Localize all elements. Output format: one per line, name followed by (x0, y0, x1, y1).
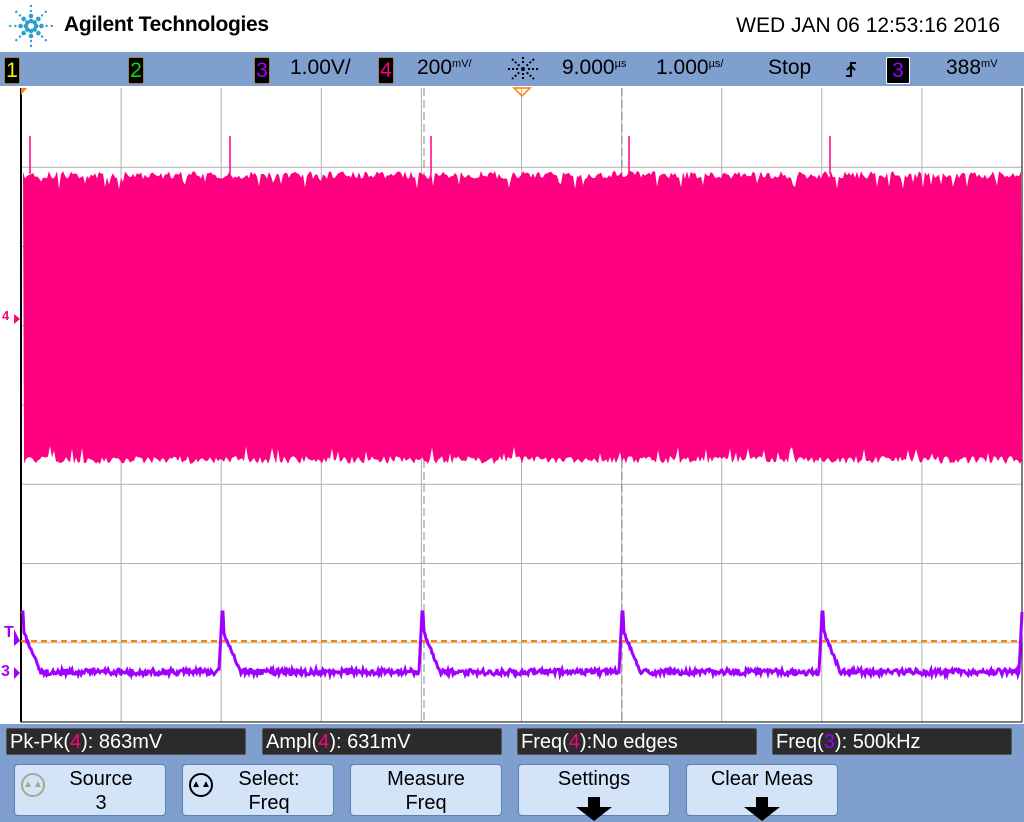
measure-softkey[interactable]: Measure Freq (350, 764, 502, 816)
measurement-channel: 4 (569, 731, 580, 753)
time-delay-value: 9.000 (562, 56, 615, 79)
measurement-label: Ampl( (266, 731, 318, 753)
trigger-level-unit: mV (981, 59, 998, 70)
logo-dot (41, 35, 43, 37)
measurement-value: ): 500kHz (835, 731, 921, 753)
logo-dot (18, 24, 23, 29)
measurement-value: ): 631mV (329, 731, 410, 753)
run-state[interactable]: Stop (768, 56, 811, 80)
softkey-line1: Select: (205, 767, 333, 791)
ch3-ground-arrow (14, 667, 20, 679)
measurement-ampl: Ampl(4): 631mV (262, 728, 502, 755)
brand: Agilent Technologies (64, 13, 269, 37)
measurement-label: Freq( (776, 731, 824, 753)
logo-dot (19, 35, 21, 37)
ch4-ground-marker: 4 (2, 308, 9, 323)
logo-dot (14, 25, 16, 27)
channel-3-button[interactable]: 3 (254, 57, 270, 84)
softkey-line2: 3 (37, 791, 165, 815)
measurement-value: ): 863mV (81, 731, 162, 753)
agilent-logo-icon (6, 4, 56, 48)
logo-dot (51, 25, 53, 27)
logo-dot (36, 31, 41, 36)
source-softkey[interactable]: ▲▲ Source 3 (14, 764, 166, 816)
rotary-knob-icon: ▲▲ (189, 773, 213, 797)
logo-dot (29, 34, 34, 39)
time-scale-unit: µs/ (709, 59, 724, 70)
rising-edge-icon (844, 60, 858, 80)
status-bar: 1 2 3 1.00V/ 4 200mV/ 9.000µs 1.000µs/ S… (0, 52, 1024, 86)
softkey-line1: Clear Meas (687, 767, 837, 791)
measurement-panel: Pk-Pk(4): 863mV Ampl(4): 631mV Freq(4):N… (0, 724, 1024, 822)
time-scale: 1.000µs/ (656, 56, 723, 80)
trigger-source[interactable]: 3 (886, 57, 910, 84)
logo-dot (36, 17, 41, 22)
softkey-line2: Freq (205, 791, 333, 815)
logo-dot (30, 40, 32, 42)
measurement-label: Pk-Pk( (10, 731, 70, 753)
ch3-ground-marker: 3 (1, 663, 10, 681)
time-scale-value: 1.000 (656, 56, 709, 79)
measurement-pk-pk: Pk-Pk(4): 863mV (6, 728, 246, 755)
measurement-channel: 4 (70, 731, 81, 753)
logo-dot (39, 24, 44, 29)
logo-dot (30, 5, 32, 7)
logo-dot (32, 20, 37, 25)
ch4-scale-value: 200 (417, 56, 452, 79)
measurement-channel: 3 (824, 731, 835, 753)
trigger-level: 388mV (946, 56, 998, 80)
channel-1-button[interactable]: 1 (4, 57, 20, 84)
select-softkey[interactable]: ▲▲ Select: Freq (182, 764, 334, 816)
measurement-value: ):No edges (580, 731, 678, 753)
measurement-freq-ch4: Freq(4):No edges (517, 728, 757, 755)
measurement-label: Freq( (521, 731, 569, 753)
down-arrow-icon (576, 807, 612, 821)
logo-dot (30, 45, 32, 47)
rotary-knob-icon: ▲▲ (21, 773, 45, 797)
trigger-position-icon (506, 56, 540, 82)
trigger-level-marker: T (4, 624, 14, 642)
logo-dot (9, 25, 11, 27)
softkey-line1: Measure (351, 767, 501, 791)
header: Agilent Technologies WED JAN 06 12:53:16… (0, 0, 1024, 52)
logo-dot (21, 17, 26, 22)
logo-dot (45, 39, 47, 41)
ch4-waveform (23, 171, 1022, 464)
softkey-line2: Freq (351, 791, 501, 815)
trigger-level-value: 388 (946, 56, 981, 79)
logo-dot (19, 14, 21, 16)
graticule (0, 86, 1024, 724)
ch4-scale-unit: mV/ (452, 59, 472, 70)
time-delay: 9.000µs (562, 56, 626, 80)
ch4-scale: 200mV/ (417, 56, 472, 80)
measurement-channel: 4 (318, 731, 329, 753)
clear-meas-softkey[interactable]: Clear Meas (686, 764, 838, 816)
logo-dot (45, 25, 47, 27)
down-arrow-icon (744, 807, 780, 821)
channel-4-button[interactable]: 4 (378, 57, 394, 84)
waveform-display[interactable]: 4 T 3 (0, 86, 1024, 724)
settings-softkey[interactable]: Settings (518, 764, 670, 816)
trigger-level-arrow (14, 629, 20, 646)
logo-dot (41, 14, 43, 16)
logo-dot (21, 31, 26, 36)
ch4-ground-arrow (14, 314, 20, 324)
logo-dot (15, 11, 17, 13)
logo-dot (29, 14, 34, 19)
datetime: WED JAN 06 12:53:16 2016 (736, 14, 1000, 38)
logo-dot (30, 10, 32, 12)
ch3-scale: 1.00V/ (290, 56, 351, 80)
time-reference-marker (21, 88, 27, 95)
softkey-line1: Settings (519, 767, 669, 791)
channel-2-button[interactable]: 2 (128, 57, 144, 84)
logo-dot (15, 39, 17, 41)
logo-dot (45, 11, 47, 13)
measurement-freq-ch3: Freq(3): 500kHz (772, 728, 1012, 755)
time-delay-unit: µs (615, 59, 627, 70)
softkey-line1: Source (37, 767, 165, 791)
